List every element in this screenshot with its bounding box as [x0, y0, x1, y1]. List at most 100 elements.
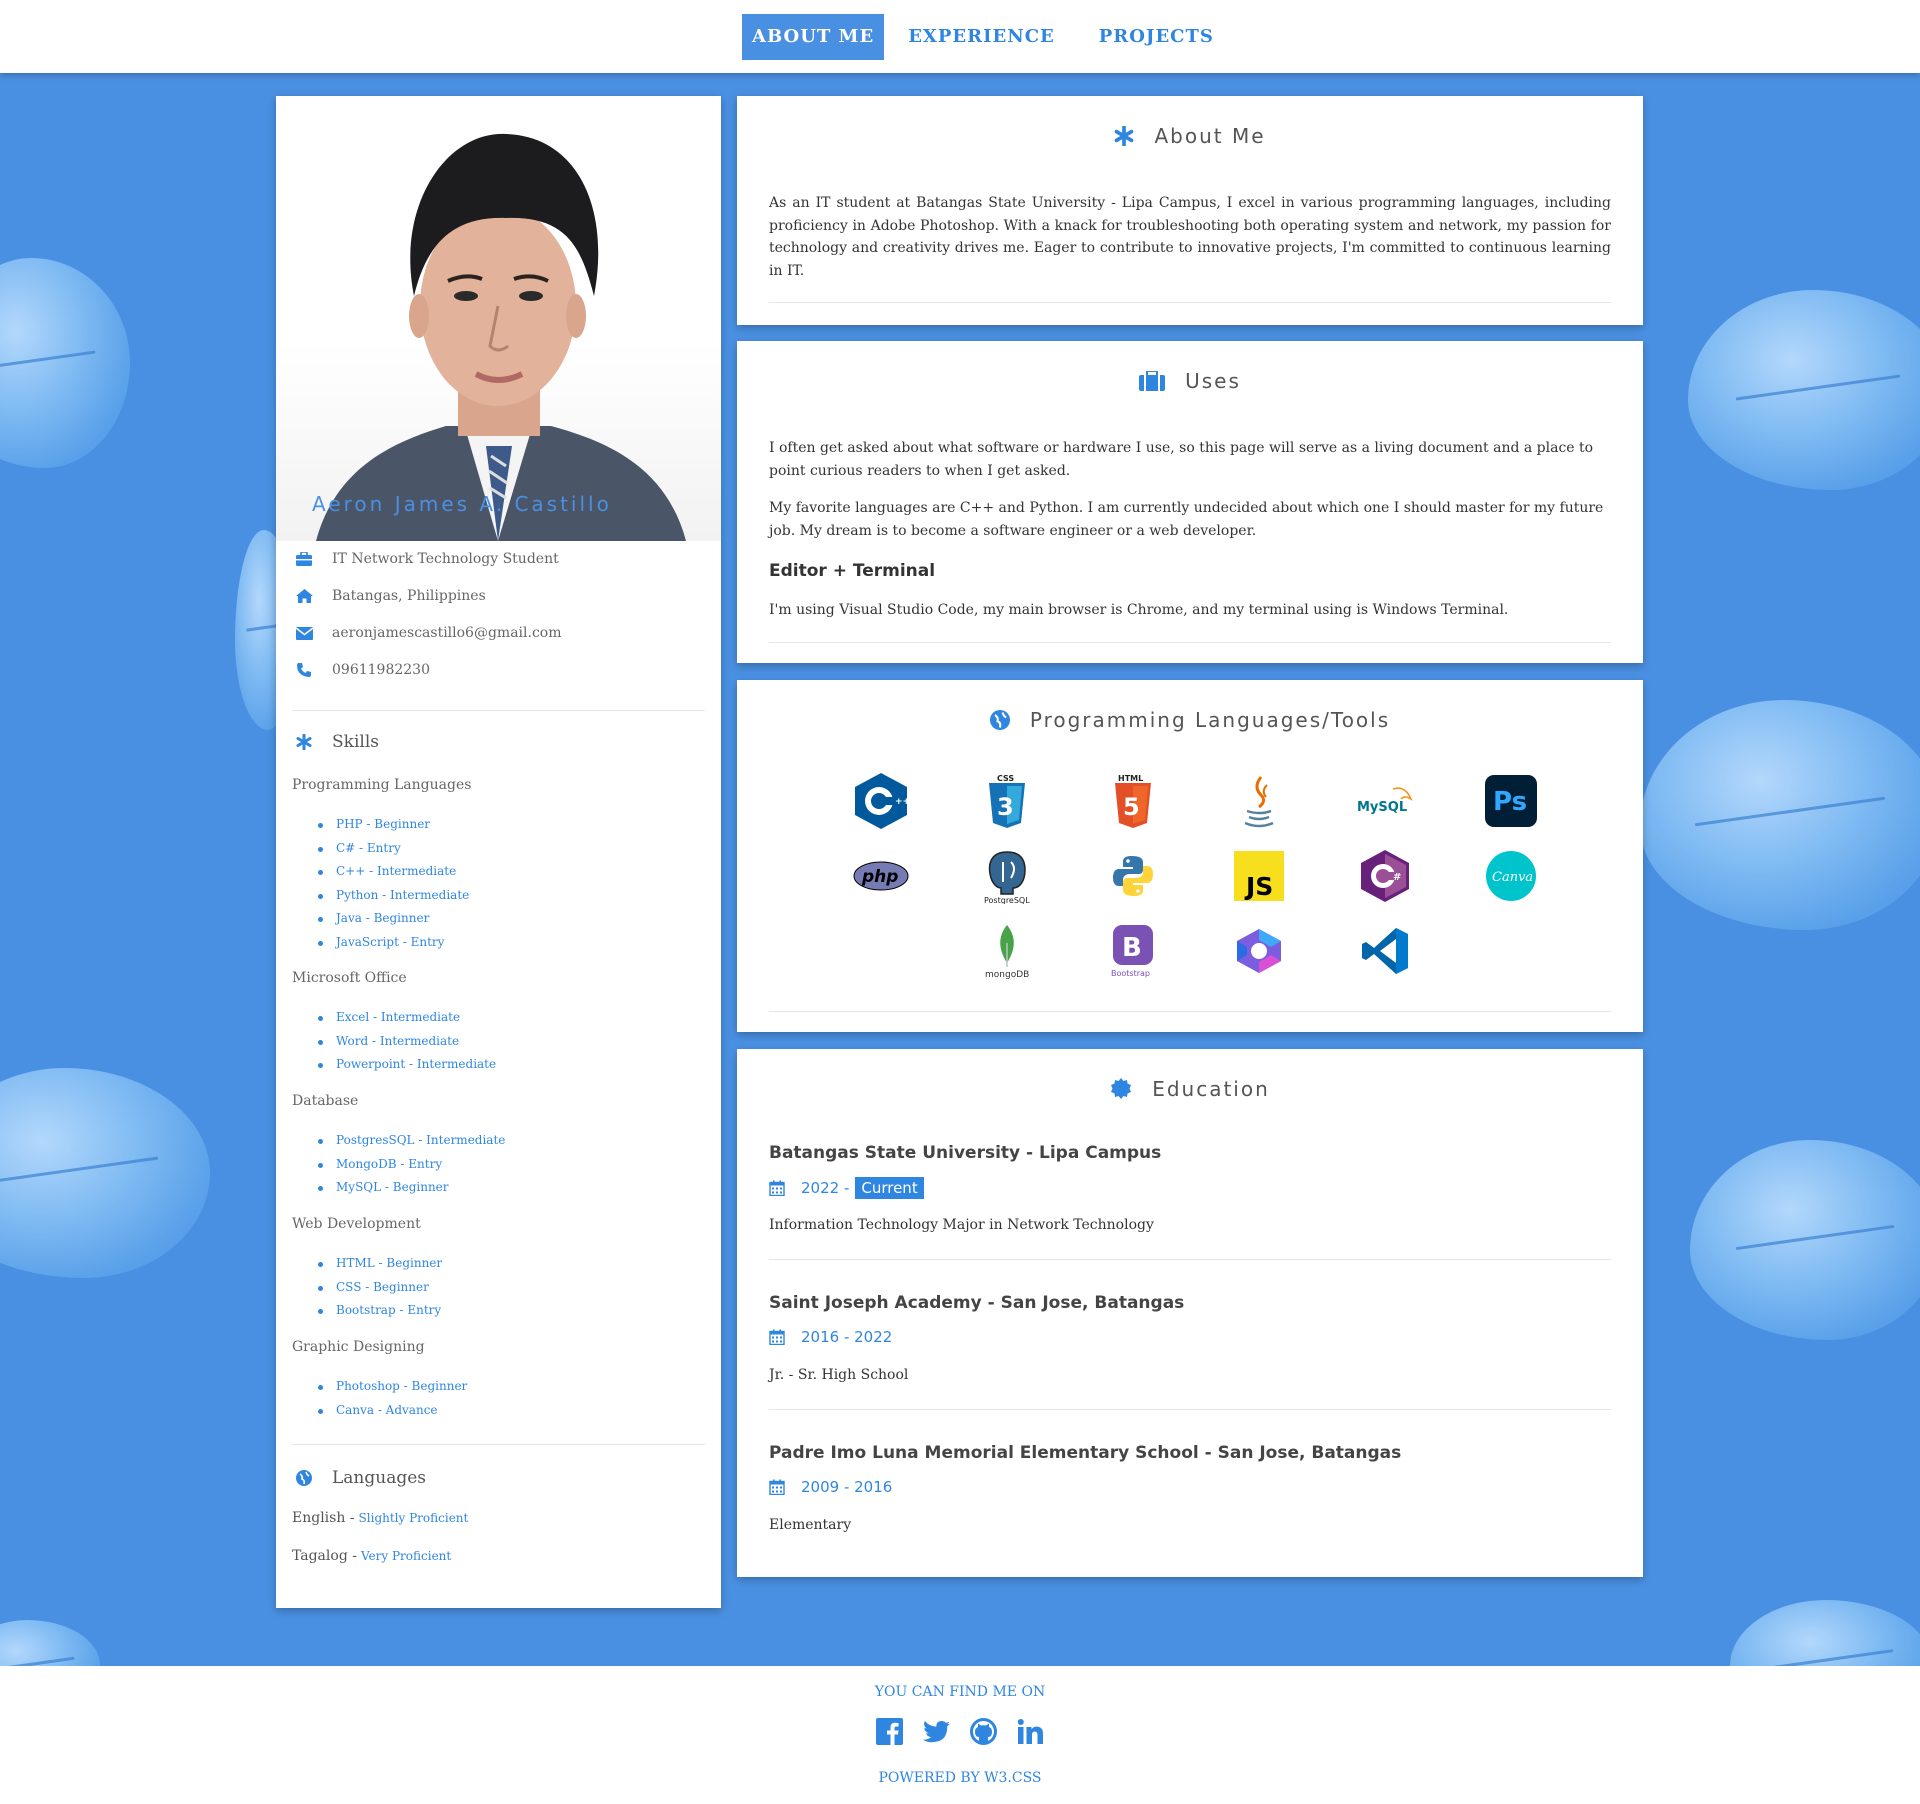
language-level: Slightly Proficient [358, 1511, 469, 1525]
education-card: Education Batangas State University - Li… [737, 1049, 1643, 1577]
uses-subheading: Editor + Terminal [769, 561, 936, 581]
education-heading-row: Education [737, 1077, 1643, 1101]
tools-card: Programming Languages/Tools ++ CSS 3 HTML… [737, 680, 1643, 1032]
edu-dates: 2009 - 2016 [769, 1478, 892, 1496]
education-heading: Education [1152, 1077, 1270, 1101]
info-location-row: Batangas, Philippines [294, 588, 486, 604]
briefcase-icon [294, 552, 314, 566]
tools-heading: Programming Languages/Tools [1029, 708, 1391, 732]
about-heading-row: About Me [737, 124, 1643, 148]
php-logo-icon: php [851, 846, 911, 906]
edu-description: Jr. - Sr. High School [769, 1367, 909, 1383]
bootstrap-label: Bootstrap [1111, 969, 1150, 978]
profile-title: IT Network Technology Student [332, 551, 559, 567]
calendar-icon [769, 1180, 785, 1196]
language-level: Very Proficient [360, 1549, 452, 1563]
background-blob [1640, 700, 1920, 930]
background-blob [0, 1068, 210, 1278]
bootstrap-b-label: B [1122, 933, 1142, 963]
html-label: HTML [1118, 774, 1143, 783]
edu-years: 2009 - 2016 [801, 1478, 893, 1496]
skill-item: Excel - Intermediate [318, 1006, 496, 1030]
microsoft365-logo-icon [1229, 921, 1289, 981]
phone-icon [294, 663, 314, 677]
csharp-logo-icon: # [1355, 846, 1415, 906]
skill-list: PHP - Beginner C# - Entry C++ - Intermed… [318, 813, 469, 954]
mysql-label: MySQL [1357, 800, 1407, 815]
linkedin-icon[interactable] [1017, 1718, 1044, 1745]
bootstrap-logo-icon: B Bootstrap [1103, 921, 1163, 981]
skill-item: C++ - Intermediate [318, 860, 469, 884]
skill-item: Canva - Advance [318, 1399, 467, 1423]
background-blob [1690, 1140, 1920, 1340]
skill-item: Powerpoint - Intermediate [318, 1053, 496, 1077]
ps-label: Ps [1493, 787, 1527, 817]
languages-heading: Languages [332, 1468, 427, 1488]
html5-logo-icon: HTML 5 [1103, 771, 1163, 831]
twitter-icon[interactable] [923, 1718, 950, 1745]
suitcase-icon [1139, 371, 1166, 391]
nav-projects[interactable]: PROJECTS [1089, 14, 1224, 60]
footer-powered: POWERED BY W3.CSS [878, 1770, 1042, 1786]
mongodb-label: mongoDB [985, 970, 1029, 979]
skill-list: Excel - Intermediate Word - Intermediate… [318, 1006, 496, 1077]
nav-about-me[interactable]: ABOUT ME [742, 14, 885, 60]
uses-heading: Uses [1185, 369, 1241, 393]
about-text: As an IT student at Batangas State Unive… [769, 195, 1611, 279]
php-label: php [861, 867, 898, 887]
skill-item: Java - Beginner [318, 907, 469, 931]
skill-category: Programming Languages [292, 777, 472, 793]
info-email-row: aeronjamescastillo6@gmail.com [294, 625, 562, 641]
profile-email[interactable]: aeronjamescastillo6@gmail.com [332, 625, 562, 641]
skill-item: Python - Intermediate [318, 884, 469, 908]
facebook-icon[interactable] [876, 1718, 903, 1745]
mysql-logo-icon: MySQL [1355, 771, 1415, 831]
svg-text:#: # [1393, 872, 1401, 883]
language-item: Tagalog - Very Proficient [292, 1548, 451, 1564]
skill-item: CSS - Beginner [318, 1276, 442, 1300]
about-heading: About Me [1154, 124, 1266, 148]
edu-years: 2022 - [801, 1179, 850, 1197]
profile-photo: Aeron James A. Castillo [276, 96, 721, 541]
css-label: CSS [997, 774, 1014, 783]
footer: YOU CAN FIND ME ON POWERED BY W3.CSS [0, 1666, 1920, 1804]
asterisk-icon [294, 734, 314, 750]
edu-dates: 2016 - 2022 [769, 1328, 892, 1346]
photoshop-logo-icon: Ps [1481, 771, 1541, 831]
skill-item: PHP - Beginner [318, 813, 469, 837]
github-icon[interactable] [970, 1718, 997, 1745]
skill-category: Microsoft Office [292, 970, 407, 986]
mongodb-logo-icon: mongoDB [977, 921, 1037, 981]
uses-card: Uses I often get asked about what softwa… [737, 341, 1643, 663]
cpp-logo-icon: ++ [851, 771, 911, 831]
skill-category: Web Development [292, 1216, 421, 1232]
svg-text:5: 5 [1123, 793, 1140, 821]
skill-item: PostgresSQL - Intermediate [318, 1129, 505, 1153]
uses-paragraph-3: I'm using Visual Studio Code, my main br… [769, 602, 1509, 618]
profile-phone: 09611982230 [332, 662, 430, 678]
js-label: JS [1244, 872, 1273, 901]
skill-item: HTML - Beginner [318, 1252, 442, 1276]
home-icon [294, 589, 314, 603]
skill-item: Photoshop - Beginner [318, 1375, 467, 1399]
info-title-row: IT Network Technology Student [294, 551, 559, 567]
skill-list: PostgresSQL - Intermediate MongoDB - Ent… [318, 1129, 505, 1200]
current-badge: Current [855, 1177, 924, 1199]
svg-text:3: 3 [997, 793, 1014, 821]
java-logo-icon [1229, 771, 1289, 831]
background-blob [0, 258, 130, 468]
skill-item: Word - Intermediate [318, 1030, 496, 1054]
edu-years: 2016 - 2022 [801, 1328, 893, 1346]
vscode-logo-icon [1355, 921, 1415, 981]
skills-heading-row: Skills [294, 732, 379, 752]
edu-description: Information Technology Major in Network … [769, 1217, 1154, 1233]
nav-experience[interactable]: EXPERIENCE [898, 14, 1065, 60]
divider [769, 642, 1611, 643]
tools-heading-row: Programming Languages/Tools [737, 708, 1643, 732]
globe-icon [294, 1470, 314, 1486]
skill-item: MongoDB - Entry [318, 1153, 505, 1177]
skill-item: JavaScript - Entry [318, 931, 469, 955]
canva-logo-icon: Canva [1481, 846, 1541, 906]
skill-list: Photoshop - Beginner Canva - Advance [318, 1375, 467, 1422]
top-navbar: ABOUT ME EXPERIENCE PROJECTS [0, 0, 1920, 73]
